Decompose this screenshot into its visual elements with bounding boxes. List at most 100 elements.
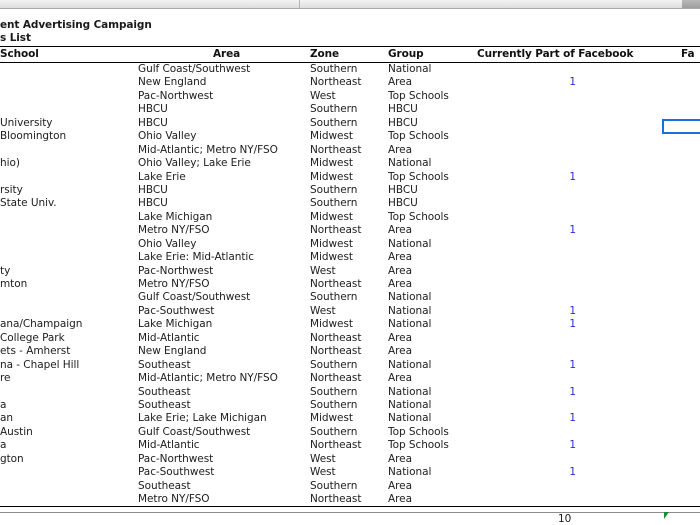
cell-area[interactable]: Pac-Southwest bbox=[138, 466, 214, 479]
table-row[interactable]: Metro NY/FSO Northeast Area 1 bbox=[0, 224, 700, 237]
cell-group[interactable]: National bbox=[388, 291, 431, 304]
selected-cell[interactable] bbox=[662, 119, 700, 134]
cell-area[interactable]: Mid-Atlantic bbox=[138, 332, 200, 345]
cell-area[interactable]: Southeast bbox=[138, 359, 191, 372]
scroll-corner[interactable] bbox=[682, 0, 700, 8]
cell-group[interactable]: Top Schools bbox=[388, 426, 449, 439]
cell-facebook[interactable]: 1 bbox=[560, 412, 576, 425]
cell-group[interactable]: Area bbox=[388, 345, 412, 358]
cell-area[interactable]: HBCU bbox=[138, 103, 168, 116]
cell-zone[interactable]: Northeast bbox=[310, 144, 361, 157]
cell-group[interactable]: Area bbox=[388, 480, 412, 493]
cell-school[interactable]: hio) bbox=[0, 157, 20, 170]
cell-group[interactable]: Area bbox=[388, 76, 412, 89]
cell-area[interactable]: Southeast bbox=[138, 399, 191, 412]
cell-zone[interactable]: Northeast bbox=[310, 332, 361, 345]
cell-group[interactable]: Area bbox=[388, 493, 412, 506]
table-row[interactable]: Pac-Southwest West National 1 bbox=[0, 466, 700, 479]
table-row[interactable]: re Mid-Atlantic; Metro NY/FSO Northeast Are… bbox=[0, 372, 700, 385]
table-row[interactable]: ty Pac-Northwest West Area bbox=[0, 265, 700, 278]
cell-area[interactable]: Ohio Valley bbox=[138, 238, 196, 251]
table-row[interactable]: Pac-Northwest West Top Schools bbox=[0, 90, 700, 103]
cell-zone[interactable]: West bbox=[310, 265, 336, 278]
cell-area[interactable]: Ohio Valley bbox=[138, 130, 196, 143]
cell-zone[interactable]: Southern bbox=[310, 399, 357, 412]
cell-area[interactable]: New England bbox=[138, 345, 206, 358]
cell-group[interactable]: National bbox=[388, 412, 431, 425]
cell-area[interactable]: Gulf Coast/Southwest bbox=[138, 426, 250, 439]
cell-group[interactable]: National bbox=[388, 359, 431, 372]
table-row[interactable]: na - Chapel Hill Southeast Southern Nationa… bbox=[0, 359, 700, 372]
cell-group[interactable]: Top Schools bbox=[388, 130, 449, 143]
cell-facebook[interactable]: 1 bbox=[560, 466, 576, 479]
table-row[interactable]: Bloomington Ohio Valley Midwest Top Schools bbox=[0, 130, 700, 143]
cell-school[interactable]: ets - Amherst bbox=[0, 345, 70, 358]
table-row[interactable]: Gulf Coast/Southwest Southern National bbox=[0, 63, 700, 76]
cell-zone[interactable]: Southern bbox=[310, 480, 357, 493]
cell-group[interactable]: Area bbox=[388, 251, 412, 264]
cell-group[interactable]: Top Schools bbox=[388, 439, 449, 452]
table-row[interactable]: HBCU Southern HBCU bbox=[0, 103, 700, 116]
cell-area[interactable]: Ohio Valley; Lake Erie bbox=[138, 157, 251, 170]
cell-facebook[interactable]: 1 bbox=[560, 305, 576, 318]
table-row[interactable]: an Lake Erie; Lake Michigan Midwest Nationa… bbox=[0, 412, 700, 425]
cell-area[interactable]: Gulf Coast/Southwest bbox=[138, 63, 250, 76]
cell-zone[interactable]: Northeast bbox=[310, 439, 361, 452]
table-row[interactable]: Gulf Coast/Southwest Southern National bbox=[0, 291, 700, 304]
cell-group[interactable]: Area bbox=[388, 372, 412, 385]
cell-facebook[interactable]: 1 bbox=[560, 439, 576, 452]
cell-school[interactable]: re bbox=[0, 372, 11, 385]
cell-zone[interactable]: Southern bbox=[310, 63, 357, 76]
cell-area[interactable]: Lake Erie; Lake Michigan bbox=[138, 412, 267, 425]
cell-area[interactable]: Mid-Atlantic; Metro NY/FSO bbox=[138, 372, 278, 385]
column-header-currently-part-of-facebook[interactable]: Currently Part of Facebook bbox=[477, 48, 633, 60]
cell-group[interactable]: HBCU bbox=[388, 103, 418, 116]
column-header-facebook-truncated[interactable]: Fa bbox=[681, 48, 695, 60]
cell-facebook[interactable]: 1 bbox=[560, 386, 576, 399]
table-row[interactable]: Austin Gulf Coast/Southwest Southern Top Sc… bbox=[0, 426, 700, 439]
cell-zone[interactable]: Southern bbox=[310, 426, 357, 439]
table-row[interactable]: a Mid-Atlantic Northeast Top Schools 1 bbox=[0, 439, 700, 452]
cell-zone[interactable]: Midwest bbox=[310, 412, 353, 425]
cell-zone[interactable]: Southern bbox=[310, 103, 357, 116]
cell-zone[interactable]: Northeast bbox=[310, 372, 361, 385]
cell-zone[interactable]: Midwest bbox=[310, 318, 353, 331]
cell-area[interactable]: Mid-Atlantic; Metro NY/FSO bbox=[138, 144, 278, 157]
cell-area[interactable]: Lake Erie: Mid-Atlantic bbox=[138, 251, 254, 264]
cell-area[interactable]: Metro NY/FSO bbox=[138, 224, 210, 237]
cell-group[interactable]: National bbox=[388, 386, 431, 399]
cell-area[interactable]: Lake Erie bbox=[138, 171, 186, 184]
column-header-strip[interactable] bbox=[0, 0, 700, 9]
table-row[interactable]: mton Metro NY/FSO Northeast Area bbox=[0, 278, 700, 291]
table-row[interactable]: ana/Champaign Lake Michigan Midwest Nationa… bbox=[0, 318, 700, 331]
cell-school[interactable]: ty bbox=[0, 265, 10, 278]
cell-zone[interactable]: West bbox=[310, 453, 336, 466]
cell-zone[interactable]: Midwest bbox=[310, 211, 353, 224]
cell-zone[interactable]: Northeast bbox=[310, 76, 361, 89]
column-header-divider[interactable] bbox=[300, 0, 693, 8]
cell-group[interactable]: HBCU bbox=[388, 184, 418, 197]
cell-group[interactable]: Area bbox=[388, 453, 412, 466]
cell-zone[interactable]: Southern bbox=[310, 291, 357, 304]
table-row[interactable]: a Southeast Southern National bbox=[0, 399, 700, 412]
cell-group[interactable]: HBCU bbox=[388, 117, 418, 130]
cell-area[interactable]: Pac-Northwest bbox=[138, 90, 213, 103]
cell-group[interactable]: Top Schools bbox=[388, 171, 449, 184]
table-row[interactable]: Metro NY/FSO Northeast Area bbox=[0, 493, 700, 506]
cell-zone[interactable]: Midwest bbox=[310, 238, 353, 251]
cell-zone[interactable]: Midwest bbox=[310, 157, 353, 170]
column-header-group[interactable]: Group bbox=[388, 48, 424, 60]
cell-group[interactable]: National bbox=[388, 157, 431, 170]
table-row[interactable]: Lake Michigan Midwest Top Schools bbox=[0, 211, 700, 224]
cell-zone[interactable]: Midwest bbox=[310, 251, 353, 264]
cell-zone[interactable]: West bbox=[310, 466, 336, 479]
column-header-zone[interactable]: Zone bbox=[310, 48, 339, 60]
cell-area[interactable]: Mid-Atlantic bbox=[138, 439, 200, 452]
table-row[interactable]: State Univ. HBCU Southern HBCU bbox=[0, 197, 700, 210]
cell-zone[interactable]: Northeast bbox=[310, 345, 361, 358]
table-row[interactable]: Ohio Valley Midwest National bbox=[0, 238, 700, 251]
cell-group[interactable]: Area bbox=[388, 224, 412, 237]
cell-area[interactable]: Southeast bbox=[138, 386, 191, 399]
cell-group[interactable]: Area bbox=[388, 144, 412, 157]
cell-school[interactable]: a bbox=[0, 439, 6, 452]
